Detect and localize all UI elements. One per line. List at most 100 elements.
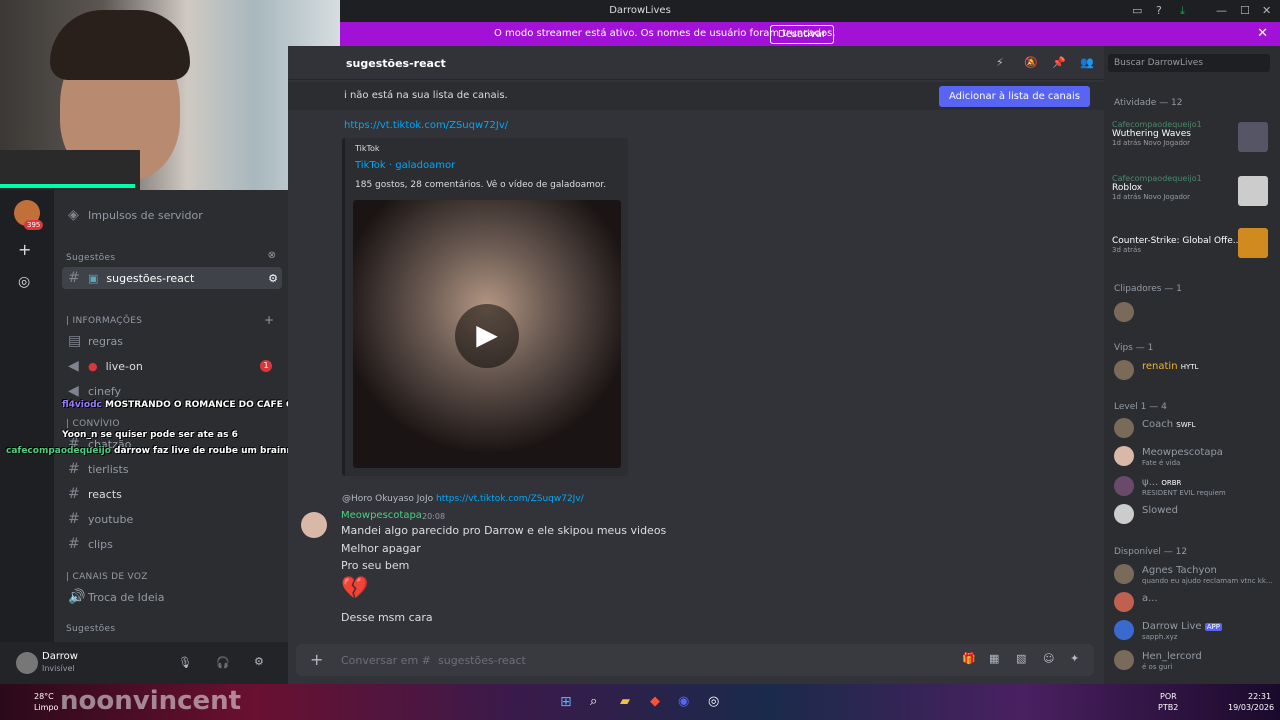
live-dot-icon: ● xyxy=(88,359,98,373)
member-name: Agnes Tachyon xyxy=(1142,565,1217,576)
hash-icon: # xyxy=(68,461,80,477)
channel-label: regras xyxy=(88,334,124,348)
member-item[interactable]: Meowpescotapa Fate é vida xyxy=(1114,444,1274,470)
chat-user: fl4viodc xyxy=(62,400,102,410)
channel-reacts[interactable]: # reacts xyxy=(62,483,282,505)
clock-date[interactable]: 19/03/2026 xyxy=(1228,703,1274,712)
channel-label: live-on xyxy=(105,359,143,373)
game-icon xyxy=(1238,176,1268,206)
channel-label: clips xyxy=(88,537,113,551)
invite-icon[interactable]: ⚙ xyxy=(268,272,278,285)
play-icon[interactable]: ▶ xyxy=(455,304,519,368)
mic-icon[interactable]: 🎙 xyxy=(178,656,192,669)
member-item[interactable] xyxy=(1114,300,1274,326)
add-channel-icon[interactable]: + xyxy=(264,313,274,327)
category-info[interactable]: | INFORMAÇÕES xyxy=(66,316,142,326)
headset-icon[interactable]: 🎧 xyxy=(216,656,230,669)
avatar xyxy=(1114,504,1134,524)
channel-regras[interactable]: ▤ regras xyxy=(62,330,282,352)
channel-sugestoes-react[interactable]: # ▣ sugestões-react ⚙ xyxy=(62,267,282,289)
channel-youtube[interactable]: # youtube xyxy=(62,508,282,530)
server-boosts-item[interactable]: ◈ Impulsos de servidor xyxy=(62,204,282,226)
member-item[interactable]: Slowed xyxy=(1114,502,1274,528)
help-icon[interactable]: ? xyxy=(1156,4,1162,17)
search-input[interactable]: Buscar DarrowLives xyxy=(1108,54,1270,72)
gift-icon[interactable]: 🎁 xyxy=(962,652,976,665)
disable-streamer-button[interactable]: Desativar xyxy=(770,25,835,44)
start-icon[interactable]: ⊞ xyxy=(560,694,572,710)
folder-icon[interactable]: ▰ xyxy=(620,694,630,709)
member-name: renatin HYTL xyxy=(1142,361,1198,372)
channel-label: youtube xyxy=(88,512,134,526)
activity-card[interactable]: Cafecompaodequeijo1 Wuthering Waves 1d a… xyxy=(1112,120,1272,160)
threads-icon[interactable]: ⚡ xyxy=(996,56,1004,69)
notifications-icon[interactable]: 🔕 xyxy=(1024,56,1038,69)
maximize-icon[interactable]: ☐ xyxy=(1240,4,1250,17)
member-item[interactable]: Agnes Tachyon quando eu ajudo reclamam vt… xyxy=(1114,562,1274,588)
chat-area: sugestões-react ⚡ 🔕 📌 👥 i não está na su… xyxy=(288,46,1104,684)
channel-tierlists[interactable]: # tierlists xyxy=(62,458,282,480)
category-convivio[interactable]: | CONVÍVIO xyxy=(66,419,120,429)
avatar[interactable] xyxy=(16,652,38,674)
discord-icon[interactable]: ◉ xyxy=(678,694,689,709)
member-item[interactable]: Coach SWFL xyxy=(1114,416,1274,442)
apps-icon[interactable]: ✦ xyxy=(1070,652,1079,665)
add-to-channel-list-button[interactable]: Adicionar à lista de canais xyxy=(938,86,1090,107)
hash-icon: # xyxy=(68,486,80,502)
app-icon[interactable]: ◎ xyxy=(708,694,719,709)
browser-icon[interactable]: ◆ xyxy=(650,694,660,709)
activity-card[interactable]: Counter-Strike: Global Offe... 3d atrás xyxy=(1112,228,1272,276)
member-item[interactable]: renatin HYTL xyxy=(1114,358,1274,384)
members-icon[interactable]: 👥 xyxy=(1080,56,1094,69)
member-item[interactable]: ψ... ORBR RESIDENT EVIL requiem xyxy=(1114,474,1274,500)
embed-title[interactable]: TikTok · galadoamor xyxy=(355,160,455,171)
activity-header: Atividade — 12 xyxy=(1114,98,1183,108)
server-badge: 395 xyxy=(24,220,44,230)
notice-text: i não está na sua lista de canais. xyxy=(344,90,508,101)
add-server-icon[interactable]: + xyxy=(18,240,31,259)
video-thumbnail[interactable]: ▶ xyxy=(353,200,621,468)
settings-gear-icon[interactable]: ⚙ xyxy=(254,655,264,668)
message-link[interactable]: https://vt.tiktok.com/ZSuqw72Jv/ xyxy=(344,120,508,131)
member-name: Slowed xyxy=(1142,505,1178,516)
attach-plus-icon[interactable]: + xyxy=(310,650,323,669)
member-item[interactable]: Darrow Live APP sapph.xyz xyxy=(1114,618,1274,644)
close-window-icon[interactable]: ✕ xyxy=(1262,4,1271,17)
avatar xyxy=(1114,446,1134,466)
minimize-icon[interactable]: — xyxy=(1216,4,1227,17)
member-item[interactable]: a... xyxy=(1114,590,1274,616)
channel-label: tierlists xyxy=(88,462,129,476)
hash-icon: # xyxy=(68,536,80,552)
clock-time[interactable]: 22:31 xyxy=(1248,692,1271,701)
server-list: 395 + ◎ xyxy=(0,190,54,680)
channel-clips[interactable]: # clips xyxy=(62,533,282,555)
activity-card[interactable]: Cafecompaodequeijo1 Roblox 1d atrás Novo… xyxy=(1112,174,1272,214)
reply-reference[interactable]: @Horo Okuyaso JoJo https://vt.tiktok.com… xyxy=(342,494,584,504)
dismiss-suggestions-icon[interactable]: ⊗ xyxy=(268,250,276,261)
channel-live-on[interactable]: ◀ ● live-on 1 xyxy=(62,355,282,377)
channel-cinefy[interactable]: ◀ cinefy xyxy=(62,380,282,402)
weather-temp: 28°C xyxy=(34,692,54,701)
voice-troca-de-ideia[interactable]: 🔊 Troca de Ideia xyxy=(62,586,282,608)
close-banner-icon[interactable]: ✕ xyxy=(1257,26,1268,41)
keyboard-layout[interactable]: PTB2 xyxy=(1158,703,1178,712)
message-author[interactable]: Meowpescotapa xyxy=(341,510,422,521)
inbox-icon[interactable]: ▭ xyxy=(1132,4,1142,17)
download-icon[interactable]: ⤓ xyxy=(1180,4,1185,18)
discover-icon[interactable]: ◎ xyxy=(18,274,30,290)
search-taskbar-icon[interactable]: ⌕ xyxy=(590,694,597,709)
category-suggestions[interactable]: Sugestões xyxy=(66,624,115,634)
member-name: Darrow Live APP xyxy=(1142,621,1222,632)
category-voice[interactable]: | CANAIS DE VOZ xyxy=(66,572,148,582)
sticker-icon[interactable]: ▧ xyxy=(1016,652,1026,665)
pin-icon[interactable]: 📌 xyxy=(1052,56,1066,69)
gif-icon[interactable]: ▦ xyxy=(989,652,999,665)
message-composer[interactable]: + Conversar em # sugestões-react 🎁 ▦ ▧ ☺… xyxy=(296,644,1094,676)
suggestions-category[interactable]: Sugestões xyxy=(66,253,115,263)
emoji-icon[interactable]: ☺ xyxy=(1043,652,1054,665)
avatar[interactable] xyxy=(301,512,327,538)
language[interactable]: POR xyxy=(1160,692,1177,701)
message-text: Mandei algo parecido pro Darrow e ele sk… xyxy=(341,524,667,537)
member-item[interactable]: Hen_lercord é os guri xyxy=(1114,648,1274,674)
hash-icon: # xyxy=(68,270,80,286)
